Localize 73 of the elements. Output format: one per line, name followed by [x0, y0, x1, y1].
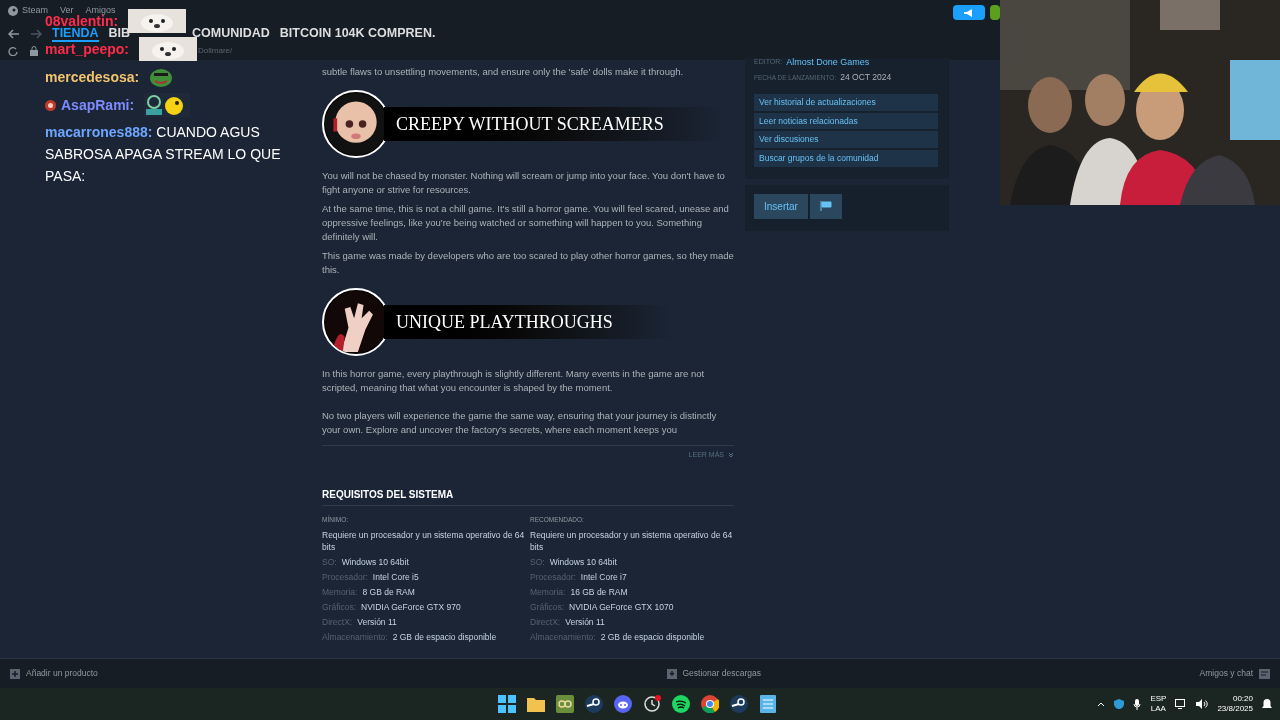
language-indicator[interactable]: ESP: [1150, 694, 1167, 704]
microphone-icon[interactable]: [1133, 698, 1142, 710]
steam-logo-icon: [8, 5, 18, 16]
spec-value: NVIDIA GeForce GTX 1070: [569, 601, 674, 613]
description-text: You will not be chased by monster. Nothing will scream or jump into your face. You don't have to fight anyone or strive for resources.: [322, 169, 726, 197]
sidebar-link[interactable]: Buscar grupos de la comunidad: [754, 150, 938, 167]
chrome-icon[interactable]: [701, 695, 719, 713]
nav-tab[interactable]: TIENDA: [52, 25, 99, 42]
chat-icon: [1259, 668, 1270, 679]
section-title: REQUISITOS DEL SISTEMA: [322, 488, 734, 506]
friends-chat-button[interactable]: Amigos y chat: [1199, 667, 1270, 680]
requirements-note: Requiere un procesador y un sistema operativo de 64 bits: [322, 529, 526, 553]
spec-value: Intel Core i7: [580, 571, 627, 583]
nav-tab[interactable]: BITCOIN 104K COMPREN.: [279, 25, 436, 42]
discord-icon[interactable]: [614, 695, 632, 713]
flag-icon: [819, 201, 832, 212]
sidebar-link[interactable]: Ver discusiones: [754, 131, 938, 148]
wallet-button[interactable]: [990, 5, 1000, 20]
add-product-button[interactable]: Añadir un producto: [10, 667, 98, 680]
reload-icon[interactable]: [8, 46, 18, 56]
back-arrow-icon[interactable]: [8, 28, 20, 39]
chevron-up-icon[interactable]: [1097, 701, 1106, 707]
frog-emote-icon: [149, 66, 174, 88]
description-text: At the same time, this is not a chill game. It's still a horror game. You will feel scared, unease and oppressive feelings, like you're being watched or something will happen to you. Something definitely will.: [322, 202, 730, 244]
spec-value: Versión 11: [565, 616, 605, 628]
chat-message: macarrones888: CUANDO AGUS SABROSA APAGA STREAM LO QUE PASA:: [45, 123, 282, 186]
clock-icon[interactable]: [643, 695, 661, 713]
chat-username: mart_peepo:: [45, 41, 130, 57]
language-indicator[interactable]: LAA: [1150, 704, 1166, 714]
speaker-icon[interactable]: [1196, 699, 1209, 709]
description-text: No two players will experience the game the same way, ensuring that your journey is distinctly your own. Explore and uncover the factory's secrets, where each moment keeps you: [322, 409, 718, 437]
spec-value: 16 GB de RAM: [570, 586, 628, 598]
sidebar-link[interactable]: Ver historial de actualizaciones: [754, 93, 938, 111]
plus-icon: [10, 668, 20, 679]
chevron-down-icon: [728, 452, 734, 458]
download-icon: [666, 668, 677, 679]
folder-icon[interactable]: [527, 696, 545, 712]
description-text: This game was made by developers who are too scared to play other horror games, so they made this.: [322, 249, 734, 277]
spec-value: 8 GB de RAM: [362, 586, 415, 598]
lock-icon: [30, 46, 38, 56]
spec-value: 2 GB de espacio disponible: [600, 631, 705, 643]
game-icon[interactable]: [556, 695, 574, 713]
network-icon[interactable]: [1175, 699, 1188, 709]
spec-value: NVIDIA GeForce GTX 970: [361, 601, 461, 613]
bell-icon[interactable]: [1262, 698, 1272, 710]
description-text: In this horror game, every playthrough is slightly different. Many events in the game are not scripted, meaning that what you encounter is shaped by the moment.: [322, 367, 706, 395]
sidebar-link[interactable]: Leer noticias relacionadas: [754, 112, 938, 130]
shield-icon[interactable]: [1114, 699, 1125, 709]
spec-value: Versión 11: [357, 616, 397, 628]
spotify-icon[interactable]: [672, 695, 690, 713]
nav-tab[interactable]: COMUNIDAD: [192, 25, 270, 42]
notification-button[interactable]: [953, 5, 985, 20]
requirements-note: Requiere un procesador y un sistema operativo de 64 bits: [530, 529, 734, 553]
description-text: subtle flaws to unsettling movements, and ensure only the 'safe' dolls make it through.: [322, 65, 685, 79]
publisher-link[interactable]: Almost Done Games: [786, 58, 870, 66]
url-text: Dollmare/: [198, 45, 233, 57]
steam-icon[interactable]: [730, 695, 748, 713]
chat-username: mercedesosa:: [45, 69, 140, 85]
downloads-button[interactable]: Gestionar descargas: [666, 667, 761, 680]
report-button[interactable]: [809, 193, 842, 219]
steam-icon[interactable]: [585, 695, 603, 713]
release-date: 24 OCT 2024: [840, 71, 892, 84]
spec-value: Windows 10 64bit: [341, 556, 409, 568]
spec-value: Windows 10 64bit: [549, 556, 617, 568]
embed-button[interactable]: Insertar: [754, 193, 808, 219]
clock-date[interactable]: 23/8/2025: [1217, 704, 1253, 714]
windows-start-icon[interactable]: [498, 695, 516, 713]
spec-value: 2 GB de espacio disponible: [392, 631, 497, 643]
megaphone-icon: [964, 8, 974, 17]
clock-time[interactable]: 00:20: [1232, 694, 1253, 704]
dog-emote-icon: [128, 9, 187, 33]
chat-username: AsapRami:: [61, 97, 135, 113]
spec-value: Intel Core i5: [372, 571, 419, 583]
